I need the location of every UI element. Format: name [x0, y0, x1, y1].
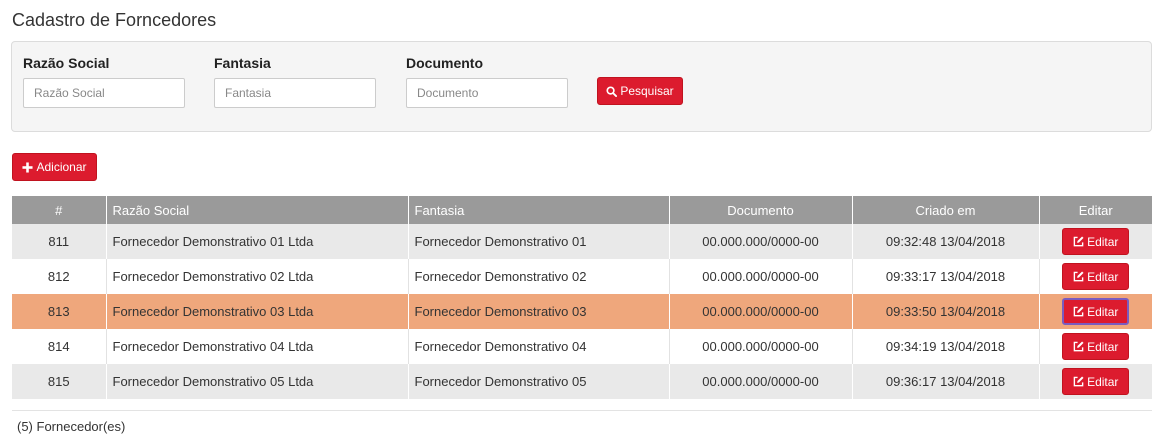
cell-documento: 00.000.000/0000-00 — [669, 259, 853, 294]
record-count: (5) Fornecedor(es) — [17, 419, 126, 434]
fantasia-field: Fantasia — [214, 55, 376, 108]
edit-button[interactable]: Editar — [1062, 298, 1130, 325]
edit-button[interactable]: Editar — [1062, 333, 1130, 360]
page-title: Cadastro de Forncedores — [12, 10, 217, 30]
cell-editar: Editar — [1039, 224, 1152, 259]
edit-button[interactable]: Editar — [1062, 368, 1130, 395]
cell-fantasia: Fornecedor Demonstrativo 01 — [408, 224, 670, 259]
edit-button-label: Editar — [1087, 234, 1119, 249]
add-button[interactable]: Adicionar — [12, 153, 97, 181]
suppliers-table: # Razão Social Fantasia Documento Criado… — [12, 196, 1152, 399]
edit-icon — [1073, 341, 1084, 352]
razao-social-label: Razão Social — [23, 55, 110, 71]
table-footer-divider — [12, 410, 1152, 411]
edit-button[interactable]: Editar — [1062, 263, 1130, 290]
documento-label: Documento — [406, 55, 483, 71]
edit-icon — [1073, 376, 1084, 387]
column-header-criado-em[interactable]: Criado em — [852, 196, 1040, 224]
edit-icon — [1073, 306, 1084, 317]
fantasia-label: Fantasia — [214, 55, 271, 71]
cell-id: 815 — [12, 364, 107, 399]
cell-id: 814 — [12, 329, 107, 364]
table-row[interactable]: 814 Fornecedor Demonstrativo 04 Ltda For… — [12, 329, 1152, 364]
table-row[interactable]: 815 Fornecedor Demonstrativo 05 Ltda For… — [12, 364, 1152, 399]
edit-button-label: Editar — [1087, 269, 1119, 284]
fantasia-input[interactable] — [214, 78, 376, 108]
cell-razao-social: Fornecedor Demonstrativo 03 Ltda — [106, 294, 409, 329]
cell-fantasia: Fornecedor Demonstrativo 03 — [408, 294, 670, 329]
cell-id: 812 — [12, 259, 107, 294]
plus-icon — [22, 161, 34, 173]
cell-documento: 00.000.000/0000-00 — [669, 364, 853, 399]
cell-fantasia: Fornecedor Demonstrativo 05 — [408, 364, 670, 399]
edit-button[interactable]: Editar — [1062, 228, 1130, 255]
cell-editar: Editar — [1039, 259, 1152, 294]
cell-criado-em: 09:33:17 13/04/2018 — [852, 259, 1040, 294]
edit-button-label: Editar — [1087, 374, 1119, 389]
column-header-razao-social[interactable]: Razão Social — [106, 196, 409, 224]
cell-editar: Editar — [1039, 364, 1152, 399]
search-icon — [606, 85, 618, 97]
cell-razao-social: Fornecedor Demonstrativo 04 Ltda — [106, 329, 409, 364]
documento-input[interactable] — [406, 78, 568, 108]
cell-fantasia: Fornecedor Demonstrativo 04 — [408, 329, 670, 364]
cell-fantasia: Fornecedor Demonstrativo 02 — [408, 259, 670, 294]
cell-razao-social: Fornecedor Demonstrativo 02 Ltda — [106, 259, 409, 294]
edit-button-label: Editar — [1087, 304, 1119, 319]
cell-criado-em: 09:33:50 13/04/2018 — [852, 294, 1040, 329]
table-row[interactable]: 812 Fornecedor Demonstrativo 02 Ltda For… — [12, 259, 1152, 294]
column-header-documento[interactable]: Documento — [669, 196, 853, 224]
razao-social-input[interactable] — [23, 78, 185, 108]
edit-button-label: Editar — [1087, 339, 1119, 354]
column-header-editar: Editar — [1039, 196, 1152, 224]
cell-razao-social: Fornecedor Demonstrativo 01 Ltda — [106, 224, 409, 259]
table-row[interactable]: 811 Fornecedor Demonstrativo 01 Ltda For… — [12, 224, 1152, 259]
cell-criado-em: 09:36:17 13/04/2018 — [852, 364, 1040, 399]
edit-icon — [1073, 271, 1084, 282]
cell-id: 811 — [12, 224, 107, 259]
edit-icon — [1073, 236, 1084, 247]
table-row-selected[interactable]: 813 Fornecedor Demonstrativo 03 Ltda For… — [12, 294, 1152, 329]
filter-panel: Razão Social Fantasia Documento Pesquisa… — [11, 41, 1152, 132]
documento-field: Documento — [406, 55, 568, 108]
search-button[interactable]: Pesquisar — [597, 77, 683, 105]
cell-documento: 00.000.000/0000-00 — [669, 329, 853, 364]
razao-social-field: Razão Social — [23, 55, 185, 108]
cell-editar: Editar — [1039, 294, 1152, 329]
column-header-id[interactable]: # — [12, 196, 107, 224]
column-header-fantasia[interactable]: Fantasia — [408, 196, 670, 224]
cell-id: 813 — [12, 294, 107, 329]
cell-documento: 00.000.000/0000-00 — [669, 224, 853, 259]
cell-criado-em: 09:34:19 13/04/2018 — [852, 329, 1040, 364]
cell-documento: 00.000.000/0000-00 — [669, 294, 853, 329]
cell-editar: Editar — [1039, 329, 1152, 364]
cell-criado-em: 09:32:48 13/04/2018 — [852, 224, 1040, 259]
cell-razao-social: Fornecedor Demonstrativo 05 Ltda — [106, 364, 409, 399]
add-button-label: Adicionar — [36, 160, 87, 174]
search-button-label: Pesquisar — [620, 84, 674, 98]
table-header-row: # Razão Social Fantasia Documento Criado… — [12, 196, 1152, 224]
